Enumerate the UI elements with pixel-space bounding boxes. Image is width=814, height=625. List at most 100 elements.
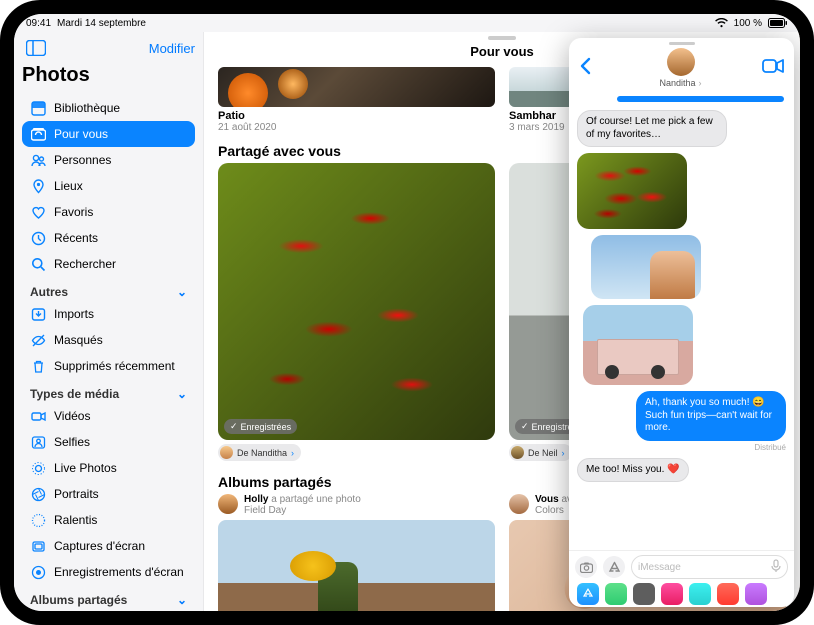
app-chip[interactable]: [633, 583, 655, 605]
sidebar-item-label: Masqués: [54, 333, 103, 347]
sidebar-item-selfies[interactable]: Selfies: [22, 429, 195, 455]
received-photo[interactable]: [577, 153, 687, 229]
camera-button[interactable]: [575, 556, 597, 578]
dictation-button[interactable]: [771, 559, 781, 576]
sidebar-item-live-photos[interactable]: Live Photos: [22, 455, 195, 481]
memory-date: 21 août 2020: [218, 122, 495, 133]
sidebar-item-label: Portraits: [54, 487, 99, 501]
message-thread[interactable]: Of course! Let me pick a few of my favor…: [569, 92, 794, 550]
grab-indicator[interactable]: [669, 42, 695, 45]
sidebar-item-label: Supprimés récemment: [54, 359, 175, 373]
app-chip[interactable]: [661, 583, 683, 605]
sidebar-item-for-you[interactable]: Pour vous: [22, 121, 195, 147]
app-chip[interactable]: [689, 583, 711, 605]
sidebar-item-label: Ralentis: [54, 513, 97, 527]
sidebar-item-favorites[interactable]: Favoris: [22, 199, 195, 225]
memory-card[interactable]: Patio 21 août 2020: [218, 67, 495, 133]
clock-icon: [30, 230, 46, 246]
sidebar-item-slomo[interactable]: Ralentis: [22, 507, 195, 533]
imessage-apps-row[interactable]: [575, 583, 788, 605]
shared-item[interactable]: ✓ Enregistrées De Nanditha ›: [218, 163, 495, 464]
album-name: Field Day: [244, 505, 361, 516]
sidebar-item-hidden[interactable]: Masqués: [22, 327, 195, 353]
sidebar-item-search[interactable]: Rechercher: [22, 251, 195, 277]
avatar-icon: [220, 446, 233, 459]
chevron-down-icon: ⌄: [177, 285, 187, 299]
sidebar-item-screenshots[interactable]: Captures d'écran: [22, 533, 195, 559]
sidebar-item-screenrecords[interactable]: Enregistrements d'écran: [22, 559, 195, 585]
contact-name: Nanditha: [659, 78, 695, 88]
sidebar-item-videos[interactable]: Vidéos: [22, 403, 195, 429]
facetime-button[interactable]: [762, 59, 784, 78]
received-bubble: Of course! Let me pick a few of my favor…: [577, 110, 727, 147]
status-date: Mardi 14 septembre: [57, 18, 146, 29]
messages-slideover: Nanditha › Of course! Let me pick a few …: [569, 38, 794, 607]
library-icon: [30, 100, 46, 116]
sidebar-item-people[interactable]: Personnes: [22, 147, 195, 173]
sidebar-item-portraits[interactable]: Portraits: [22, 481, 195, 507]
chevron-right-icon: ›: [562, 448, 565, 458]
group-label: Albums partagés: [30, 593, 127, 607]
avatar-icon: [218, 494, 238, 514]
sent-message-preview: [617, 96, 784, 102]
heart-icon: [30, 204, 46, 220]
shared-from-label: De Nanditha: [237, 448, 287, 458]
sidebar-item-label: Pour vous: [54, 127, 108, 141]
chevron-left-icon: [579, 57, 591, 75]
app-chip[interactable]: [577, 583, 599, 605]
sidebar-group-shared-albums[interactable]: Albums partagés ⌄: [22, 589, 195, 609]
live-photos-icon: [30, 460, 46, 476]
delivery-status: Distribué: [754, 443, 786, 452]
battery-pct: 100 %: [734, 18, 762, 29]
video-icon: [762, 59, 784, 73]
chevron-right-icon: ›: [291, 448, 294, 458]
album-thumbnail: [218, 520, 495, 611]
sidebar-item-label: Favoris: [54, 205, 93, 219]
shared-from-pill[interactable]: De Nanditha ›: [218, 444, 301, 461]
album-verb: a partagé une photo: [271, 494, 361, 505]
sidebar-item-recents[interactable]: Récents: [22, 225, 195, 251]
album-sharer: Vous: [535, 494, 559, 505]
message-input-bar: iMessage: [569, 550, 794, 607]
shared-album-card[interactable]: Holly a partagé une photo Field Day: [218, 494, 495, 611]
video-icon: [30, 408, 46, 424]
chevron-right-icon: ›: [699, 78, 702, 88]
sidebar-group-others[interactable]: Autres ⌄: [22, 281, 195, 301]
app-store-button[interactable]: [603, 556, 625, 578]
app-chip[interactable]: [605, 583, 627, 605]
sidebar-item-imports[interactable]: Imports: [22, 301, 195, 327]
app-chip[interactable]: [745, 583, 767, 605]
sidebar-icon: [26, 40, 46, 56]
mic-icon: [771, 559, 781, 573]
eye-slash-icon: [30, 332, 46, 348]
received-photo[interactable]: [591, 235, 701, 299]
battery-icon: [768, 18, 788, 28]
sidebar-item-label: Live Photos: [54, 461, 117, 475]
sidebar-item-label: Selfies: [54, 435, 90, 449]
app-chip[interactable]: [717, 583, 739, 605]
places-icon: [30, 178, 46, 194]
sidebar-item-label: Récents: [54, 231, 98, 245]
message-input[interactable]: iMessage: [631, 555, 788, 579]
sidebar: Modifier Photos Bibliothèque Pour vous P…: [14, 32, 204, 611]
shared-from-pill[interactable]: De Neil ›: [509, 444, 572, 461]
chevron-down-icon: ⌄: [177, 593, 187, 607]
sidebar-item-label: Rechercher: [54, 257, 116, 271]
sidebar-item-label: Vidéos: [54, 409, 90, 423]
sidebar-item-label: Bibliothèque: [54, 101, 120, 115]
saved-badge: ✓ Enregistrées: [224, 419, 297, 434]
sidebar-item-label: Enregistrements d'écran: [54, 565, 184, 579]
sidebar-item-recently-deleted[interactable]: Supprimés récemment: [22, 353, 195, 379]
sidebar-toggle-button[interactable]: [22, 36, 50, 60]
sidebar-item-library[interactable]: Bibliothèque: [22, 95, 195, 121]
sidebar-item-places[interactable]: Lieux: [22, 173, 195, 199]
contact-header[interactable]: Nanditha ›: [659, 48, 701, 88]
screenshot-icon: [30, 538, 46, 554]
trash-icon: [30, 358, 46, 374]
avatar-icon: [511, 446, 524, 459]
edit-button[interactable]: Modifier: [149, 41, 195, 56]
grab-indicator[interactable]: [488, 36, 516, 40]
sidebar-group-media-types[interactable]: Types de média ⌄: [22, 383, 195, 403]
received-photo[interactable]: [583, 305, 693, 385]
back-button[interactable]: [579, 57, 599, 80]
